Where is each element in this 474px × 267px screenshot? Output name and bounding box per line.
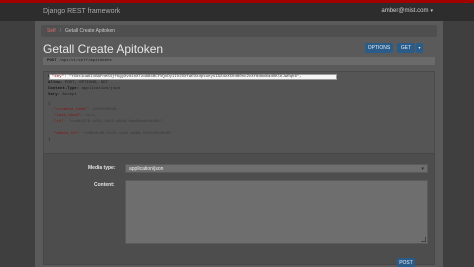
json-value: : "YXdx1ua6IvBAFneS4jfbgyXvd1nXTzdAB4BCF… <box>64 75 302 79</box>
response-header-content-type: Content-Type: application/json <box>48 87 120 91</box>
media-type-value: application/json <box>129 166 164 172</box>
json-field-key: "key": "YXdx1ua6IvBAFneS4jfbgyXvd1nXTzdA… <box>52 75 302 79</box>
json-key: "last_used" <box>54 114 81 118</box>
header-value: application/json <box>79 87 121 91</box>
brand[interactable]: Django REST framework <box>43 8 120 15</box>
json-field-id: "id": "ccd84578-b031-4b23-a5b8-0aa0bed6c… <box>54 120 164 124</box>
media-type-select[interactable]: application/json ▾ <box>125 164 428 173</box>
json-value: : 1595308848, <box>87 108 119 112</box>
json-open-brace: { <box>48 102 51 106</box>
header-value: Accept <box>60 93 77 97</box>
get-format-dropdown-button[interactable]: ▾ <box>416 43 423 53</box>
json-field-created-time: "created_time": 1595308848, <box>54 108 119 112</box>
response-header-allow: Allow: POST, OPTIONS, GET <box>48 81 108 85</box>
user-menu[interactable]: amber@mist.com ▾ <box>381 8 433 14</box>
breadcrumb-link-self[interactable]: Self <box>47 28 56 34</box>
resize-grip-icon[interactable] <box>421 237 426 242</box>
header-name: Vary: <box>48 93 61 97</box>
navbar: Django REST framework amber@mist.com ▾ <box>0 0 474 21</box>
header-name: Allow: <box>48 81 63 85</box>
request-path: /api/v1/self/apitokens <box>56 59 112 63</box>
options-button[interactable]: OPTIONS <box>365 43 393 53</box>
json-value: : null, <box>80 114 98 118</box>
response-body: HTTP 200 OK Allow: POST, OPTIONS, GET Co… <box>43 71 435 161</box>
json-key: "id" <box>54 120 64 124</box>
highlighted-api-key: "key": "YXdx1ua6IvBAFneS4jfbgyXvd1nXTzdA… <box>49 74 337 80</box>
request-info: POST /api/v1/self/apitokens <box>43 57 435 65</box>
breadcrumb-current: Getall Create Apitoken <box>65 28 116 34</box>
post-button[interactable]: POST <box>397 258 415 267</box>
content-label: Content: <box>94 182 115 188</box>
json-close-brace: } <box>48 138 51 142</box>
page-title: Getall Create Apitoken <box>43 42 164 56</box>
response-header-vary: Vary: Accept <box>48 93 77 97</box>
json-key: "created_time" <box>54 108 88 112</box>
header-value: POST, OPTIONS, GET <box>62 81 109 85</box>
json-key: "admin_id" <box>54 132 79 136</box>
json-key: "key" <box>52 75 65 79</box>
breadcrumb: Self / Getall Create Apitoken <box>41 25 437 37</box>
request-method: POST <box>47 59 57 63</box>
breadcrumb-separator: / <box>59 28 62 34</box>
json-value: : "ccd84578-b031-4b23-a5b8-0aa0bed6c440b… <box>63 120 165 124</box>
json-value: : "e46b3c38-fe7e-11e5-a969-025c20020d9" <box>78 132 172 136</box>
user-email: amber@mist.com <box>381 8 429 14</box>
content-panel: Self / Getall Create Apitoken Getall Creat… <box>35 21 443 267</box>
chevron-down-icon: ▾ <box>430 8 433 14</box>
header-name: Content-Type: <box>48 87 80 91</box>
post-form: Media type: application/json ▾ Content: <box>43 153 435 265</box>
get-button[interactable]: GET <box>397 43 415 53</box>
content-textarea[interactable] <box>125 180 428 244</box>
media-type-label: Media type: <box>88 165 116 171</box>
json-field-last-used: "last_used": null, <box>54 114 97 118</box>
json-field-admin-id: "admin_id": "e46b3c38-fe7e-11e5-a969-025… <box>54 132 172 136</box>
chevron-down-icon: ▾ <box>421 166 424 172</box>
